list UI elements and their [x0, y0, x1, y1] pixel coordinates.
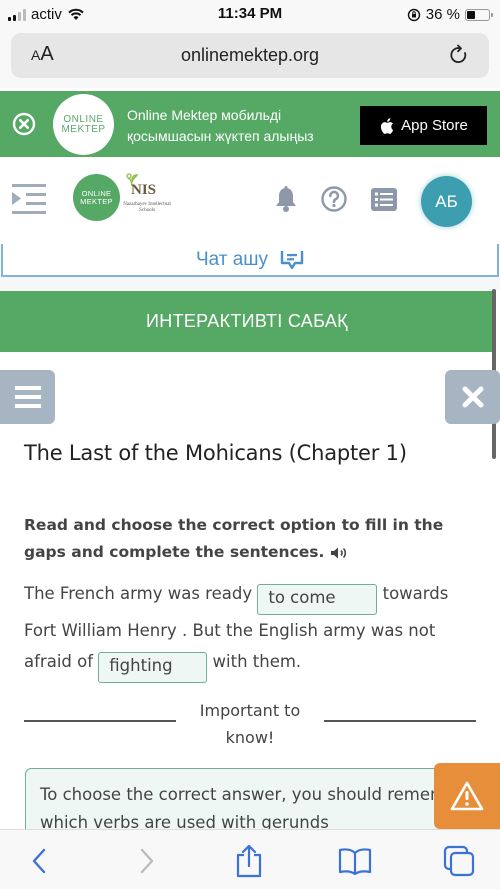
task-list-icon[interactable] — [371, 188, 397, 211]
url-text[interactable]: onlinemektep.org — [11, 45, 489, 66]
warning-icon — [450, 781, 484, 811]
share-button[interactable] — [232, 844, 266, 878]
online-mektep-logo: ONLINE MEKTEP — [53, 94, 114, 155]
status-bar: activ 11:34 PM 36 % — [0, 0, 500, 30]
report-problem-button[interactable] — [434, 763, 500, 829]
reload-icon[interactable] — [447, 43, 471, 67]
chevron-left-icon — [32, 848, 46, 874]
chevron-right-icon — [140, 848, 154, 874]
instruction-text: Read and choose the correct option to fi… — [24, 516, 444, 561]
orientation-lock-icon — [407, 8, 420, 21]
divider-line-left — [24, 720, 176, 722]
user-avatar[interactable]: АБ — [421, 176, 472, 227]
browser-toolbar — [0, 829, 500, 889]
address-bar[interactable]: AA onlinemektep.org — [11, 33, 489, 78]
gap-dropdown-2[interactable]: fighting — [98, 652, 208, 683]
battery-percent: 36 % — [425, 6, 460, 23]
site-header: ONLINE MEKTEP NIS Nazarbayev Intellectua… — [0, 157, 500, 247]
divider-line-right — [324, 720, 476, 722]
back-button[interactable] — [22, 844, 56, 878]
notification-bell-icon[interactable] — [274, 186, 298, 214]
exercise-paragraph: The French army was ready to come toward… — [24, 578, 484, 683]
battery-fill — [467, 10, 475, 19]
apple-icon — [381, 117, 394, 134]
lesson-title: The Last of the Mohicans (Chapter 1) — [24, 441, 407, 465]
app-store-button[interactable]: App Store — [360, 106, 487, 145]
speaker-icon[interactable] — [330, 546, 348, 560]
bookmarks-button[interactable] — [338, 844, 372, 878]
paragraph-text-1: The French army was ready — [24, 584, 253, 603]
close-banner-icon[interactable] — [12, 112, 36, 136]
important-label: Important to know! — [199, 701, 301, 747]
tabs-icon — [443, 845, 475, 877]
banner-message: Online Mektep мобильді қосымшасын жүктеп… — [127, 107, 314, 144]
open-chat-button[interactable]: Чат ашу — [1, 244, 499, 277]
sidebar-toggle-icon[interactable] — [12, 184, 48, 214]
nis-logo: NIS Nazarbayev Intellectual Schools — [122, 173, 171, 225]
close-lesson-button[interactable] — [445, 370, 500, 424]
help-icon[interactable] — [321, 186, 347, 212]
page-gap — [0, 277, 500, 291]
battery-icon — [465, 8, 493, 21]
chat-icon — [280, 251, 304, 270]
lesson-menu-button[interactable] — [0, 370, 55, 424]
hint-box: To choose the correct answer, you should… — [25, 768, 495, 838]
hamburger-icon — [14, 386, 41, 408]
tabs-button[interactable] — [442, 844, 476, 878]
browser-address-area: AA onlinemektep.org — [0, 30, 500, 88]
app-download-banner: ONLINE MEKTEP Online Mektep мобильді қос… — [0, 91, 500, 157]
gap-dropdown-1[interactable]: to come — [257, 584, 378, 615]
paragraph-text-3: with them. — [212, 652, 302, 671]
online-mektep-header-logo[interactable]: ONLINE MEKTEP — [73, 174, 120, 221]
close-icon — [462, 386, 483, 408]
important-divider: Important to know! — [24, 697, 476, 749]
forward-button[interactable] — [130, 844, 164, 878]
share-icon — [236, 844, 262, 878]
chat-label: Чат ашу — [195, 248, 269, 270]
book-icon — [338, 848, 372, 875]
section-title: ИНТЕРАКТИВТІ САБАҚ — [0, 291, 494, 352]
task-instruction: Read and choose the correct option to fi… — [24, 512, 484, 566]
